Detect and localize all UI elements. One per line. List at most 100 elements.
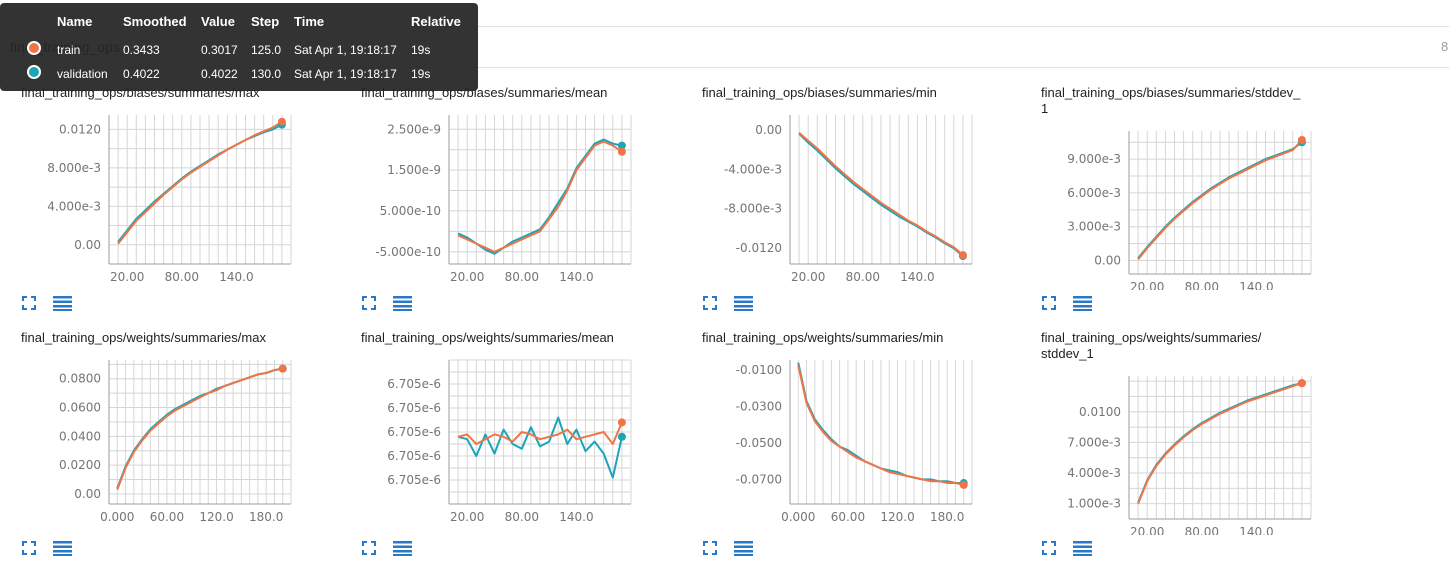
y-tick-label: 6.705e-6 xyxy=(387,401,441,415)
toggle-data-table-button[interactable] xyxy=(392,540,412,556)
data-table-icon xyxy=(1073,541,1092,556)
y-tick-label: 0.00 xyxy=(755,123,782,137)
x-tick-label: 60.00 xyxy=(150,510,184,524)
x-tick-label: 80.00 xyxy=(505,510,539,524)
toggle-data-table-button[interactable] xyxy=(52,540,72,556)
toggle-data-table-button[interactable] xyxy=(733,540,753,556)
y-tick-label: 8.000e-3 xyxy=(47,161,101,175)
y-tick-label: 5.000e-10 xyxy=(380,204,441,218)
y-tick-label: -8.000e-3 xyxy=(724,202,782,216)
expand-chart-button[interactable] xyxy=(361,295,381,311)
y-tick-label: 4.000e-3 xyxy=(47,199,101,213)
chart-plot[interactable]: 6.705e-6 6.705e-6 6.705e-6 6.705e-6 6.705e-6… xyxy=(361,330,691,535)
x-tick-label: 80.00 xyxy=(165,270,199,284)
tooltip-header-relative: Relative xyxy=(411,14,461,29)
x-tick-label: 120.0 xyxy=(880,510,914,524)
x-tick-label: 180.0 xyxy=(930,510,964,524)
expand-icon xyxy=(22,296,36,310)
x-tick-label: 20.00 xyxy=(1130,525,1164,535)
x-tick-label: 140.0 xyxy=(900,270,934,284)
series-endpoint-train xyxy=(1297,136,1306,145)
expand-icon xyxy=(362,296,376,310)
tooltip-row-step: 130.0 xyxy=(251,67,282,81)
expand-chart-button[interactable] xyxy=(1041,540,1061,556)
data-table-icon xyxy=(734,541,753,556)
y-tick-label: 0.00 xyxy=(74,487,101,501)
expand-chart-button[interactable] xyxy=(1041,295,1061,311)
expand-chart-button[interactable] xyxy=(21,540,41,556)
chart-count: 8 xyxy=(1441,39,1449,54)
chart-plot[interactable]: 0.00 -4.000e-3 -8.000e-3 -0.0120 20.00 80.00 1… xyxy=(702,85,1032,290)
chart-card: final_training_ops/weights/summaries/max… xyxy=(21,330,351,570)
x-tick-label: 20.00 xyxy=(1130,280,1164,290)
chart-card: final_training_ops/biases/summaries/mean… xyxy=(361,85,691,325)
x-tick-label: 140.0 xyxy=(1239,280,1273,290)
y-tick-label: 0.0100 xyxy=(1079,405,1121,419)
expand-chart-button[interactable] xyxy=(361,540,381,556)
y-tick-label: -0.0500 xyxy=(736,436,782,450)
y-tick-label: 0.00 xyxy=(74,238,101,252)
expand-chart-button[interactable] xyxy=(702,295,722,311)
series-endpoint-train xyxy=(1297,379,1306,388)
y-tick-label: 6.705e-6 xyxy=(387,425,441,439)
chart-plot[interactable]: 0.00 3.000e-3 6.000e-3 9.000e-3 20.00 80.00 14… xyxy=(1041,85,1371,290)
expand-icon xyxy=(703,296,717,310)
tooltip-header-step: Step xyxy=(251,14,280,29)
y-tick-label: -0.0700 xyxy=(736,472,782,486)
tooltip-row-step: 125.0 xyxy=(251,43,282,57)
x-tick-label: 140.0 xyxy=(559,510,593,524)
expand-icon xyxy=(1042,296,1056,310)
data-table-icon xyxy=(393,296,412,311)
tooltip-row-relative: 19s xyxy=(411,67,431,81)
y-tick-label: 2.500e-9 xyxy=(387,122,441,136)
y-tick-label: 1.000e-3 xyxy=(1067,497,1121,511)
expand-chart-button[interactable] xyxy=(21,295,41,311)
chart-plot[interactable]: -0.0100 -0.0300 -0.0500 -0.0700 0.000 60.00 12… xyxy=(702,330,1032,535)
y-tick-label: 0.0200 xyxy=(59,458,101,472)
y-tick-label: 0.0600 xyxy=(59,401,101,415)
x-tick-label: 20.00 xyxy=(791,270,825,284)
series-endpoint-train xyxy=(277,117,286,126)
tooltip-row-smoothed: 0.4022 xyxy=(123,67,160,81)
tooltip-row-value: 0.4022 xyxy=(201,67,238,81)
chart-card: final_training_ops/biases/summaries/max 0… xyxy=(21,85,351,325)
y-tick-label: 6.000e-3 xyxy=(1067,186,1121,200)
y-tick-label: 7.000e-3 xyxy=(1067,435,1121,449)
series-endpoint-train xyxy=(617,147,626,156)
tooltip-header-smoothed: Smoothed xyxy=(123,14,187,29)
data-table-icon xyxy=(53,541,72,556)
y-tick-label: 6.705e-6 xyxy=(387,449,441,463)
tooltip-row-value: 0.3017 xyxy=(201,43,238,57)
chart-plot[interactable]: -5.000e-10 5.000e-10 1.500e-9 2.500e-9 20.00… xyxy=(361,85,691,290)
y-tick-label: -0.0300 xyxy=(736,399,782,413)
x-tick-label: 140.0 xyxy=(1239,525,1273,535)
y-tick-label: 9.000e-3 xyxy=(1067,152,1121,166)
chart-card: final_training_ops/weights/summaries/min… xyxy=(702,330,1032,570)
y-tick-label: -4.000e-3 xyxy=(724,162,782,176)
validation-color-dot xyxy=(27,65,41,79)
chart-card: final_training_ops/weights/summaries/std… xyxy=(1041,330,1371,570)
x-tick-label: 0.000 xyxy=(100,510,134,524)
y-tick-label: 0.0120 xyxy=(59,122,101,136)
chart-card: final_training_ops/biases/summaries/stdd… xyxy=(1041,85,1371,325)
series-endpoint-validation xyxy=(617,432,626,441)
x-tick-label: 80.00 xyxy=(1185,280,1219,290)
toggle-data-table-button[interactable] xyxy=(392,295,412,311)
toggle-data-table-button[interactable] xyxy=(1072,295,1092,311)
chart-plot[interactable]: 0.00 0.0200 0.0400 0.0600 0.0800 0.000 60.00 12… xyxy=(21,330,351,535)
y-tick-label: 0.00 xyxy=(1094,253,1121,267)
expand-chart-button[interactable] xyxy=(702,540,722,556)
toggle-data-table-button[interactable] xyxy=(733,295,753,311)
tooltip-header-value: Value xyxy=(201,14,235,29)
y-tick-label: 6.705e-6 xyxy=(387,377,441,391)
chart-plot[interactable]: 1.000e-3 4.000e-3 7.000e-3 0.0100 20.00 80.00… xyxy=(1041,330,1371,535)
y-tick-label: 3.000e-3 xyxy=(1067,220,1121,234)
tooltip-row-smoothed: 0.3433 xyxy=(123,43,160,57)
tooltip-row-time: Sat Apr 1, 19:18:17 xyxy=(294,43,397,57)
y-tick-label: 6.705e-6 xyxy=(387,473,441,487)
chart-plot[interactable]: 0.00 4.000e-3 8.000e-3 0.0120 20.00 80.00 140.… xyxy=(21,85,351,290)
x-tick-label: 120.0 xyxy=(199,510,233,524)
toggle-data-table-button[interactable] xyxy=(1072,540,1092,556)
y-tick-label: 4.000e-3 xyxy=(1067,466,1121,480)
toggle-data-table-button[interactable] xyxy=(52,295,72,311)
